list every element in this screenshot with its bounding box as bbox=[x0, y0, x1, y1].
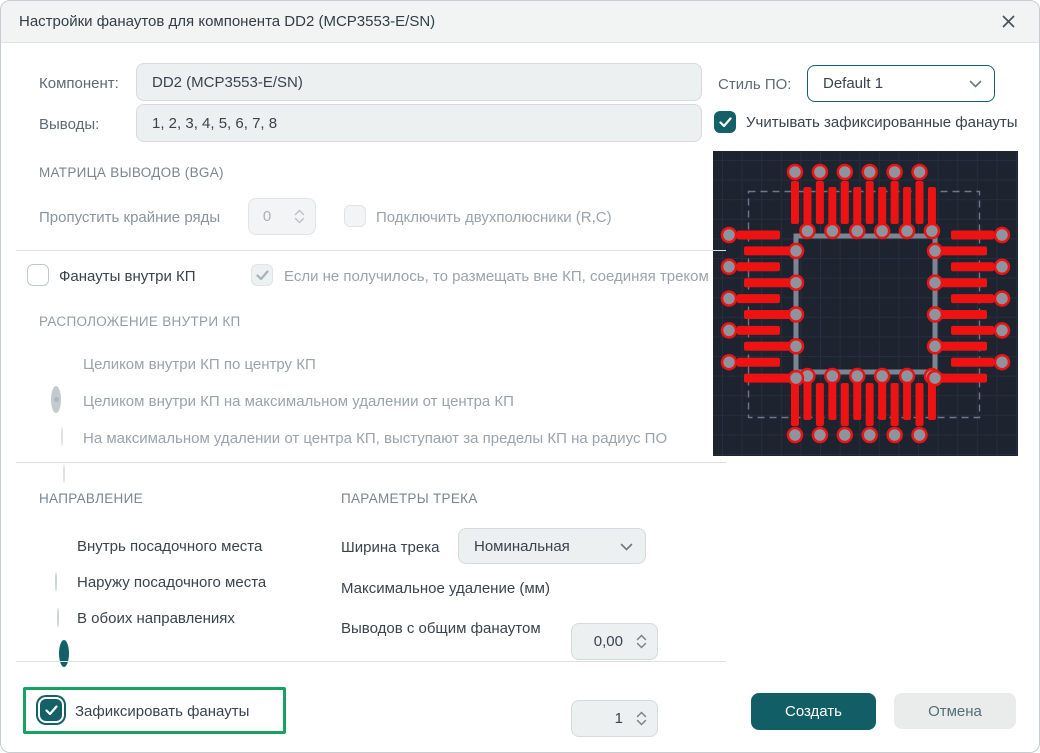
direction-radio-inward-label: Внутрь посадочного места bbox=[77, 535, 262, 557]
pins-value: 1, 2, 3, 4, 5, 6, 7, 8 bbox=[152, 115, 277, 132]
dialog-title: Настройки фанаутов для компонента DD2 (M… bbox=[19, 13, 435, 30]
style-label: Стиль ПО: bbox=[718, 73, 791, 95]
fanout-settings-dialog: Настройки фанаутов для компонента DD2 (M… bbox=[0, 0, 1040, 753]
respect-fixed-label: Учитывать зафиксированные фанауты bbox=[746, 111, 1018, 133]
separator bbox=[16, 661, 726, 662]
connect-two-pin-label: Подключить двухполюсники (R,C) bbox=[376, 206, 612, 228]
track-section-header: ПАРАМЕТРЫ ТРЕКА bbox=[341, 491, 478, 506]
stepper-arrows-icon[interactable] bbox=[631, 711, 657, 726]
cancel-button[interactable]: Отмена bbox=[894, 693, 1016, 729]
stepper-arrows-icon[interactable] bbox=[631, 634, 657, 649]
style-select[interactable]: Default 1 bbox=[807, 65, 995, 102]
component-value: DD2 (MCP3553-E/SN) bbox=[152, 74, 303, 91]
fanout-preview-svg bbox=[713, 151, 1018, 456]
component-field[interactable]: DD2 (MCP3553-E/SN) bbox=[136, 63, 702, 101]
style-value: Default 1 bbox=[823, 75, 883, 92]
skip-rows-stepper: 0 bbox=[248, 198, 316, 235]
pins-label: Выводы: bbox=[39, 113, 99, 135]
create-button[interactable]: Создать bbox=[751, 693, 876, 730]
placement-radio-max-offset-label: Целиком внутри КП на максимальном удален… bbox=[83, 390, 514, 412]
direction-radio-outward[interactable] bbox=[57, 608, 59, 627]
direction-radio-both[interactable] bbox=[59, 640, 69, 667]
bga-section-header: МАТРИЦА ВЫВОДОВ (BGA) bbox=[39, 165, 224, 180]
component-label: Компонент: bbox=[39, 72, 119, 94]
skip-rows-label: Пропустить крайние ряды bbox=[39, 206, 220, 228]
respect-fixed-row: Учитывать зафиксированные фанауты bbox=[714, 111, 1018, 133]
direction-radio-inward[interactable] bbox=[55, 572, 57, 591]
stepper-arrows-icon bbox=[289, 209, 315, 224]
chevron-down-icon bbox=[620, 538, 633, 555]
pins-per-fanout-value: 1 bbox=[572, 710, 631, 727]
pins-per-fanout-label: Выводов с общим фанаутом bbox=[341, 617, 541, 639]
direction-section-header: НАПРАВЛЕНИЕ bbox=[39, 491, 143, 506]
placement-radio-center-label: Целиком внутри КП по центру КП bbox=[83, 353, 316, 375]
fallback-outside-checkbox bbox=[251, 264, 273, 286]
track-width-select[interactable]: Номинальная bbox=[458, 528, 646, 564]
direction-radio-both-label: В обоих направлениях bbox=[77, 607, 235, 629]
direction-radio-outward-label: Наружу посадочного места bbox=[77, 571, 266, 593]
pins-per-fanout-stepper[interactable]: 1 bbox=[571, 700, 658, 737]
placement-radio-center bbox=[51, 386, 61, 413]
placement-section-header: РАСПОЛОЖЕНИЕ ВНУТРИ КП bbox=[39, 314, 241, 329]
max-distance-value: 0,00 bbox=[572, 633, 631, 650]
skip-rows-value: 0 bbox=[249, 208, 289, 225]
titlebar: Настройки фанаутов для компонента DD2 (M… bbox=[1, 1, 1039, 43]
track-width-value: Номинальная bbox=[474, 538, 570, 555]
placement-radio-max-offset bbox=[61, 427, 63, 446]
fanouts-inside-pad-label: Фанауты внутри КП bbox=[59, 265, 196, 287]
placement-radio-beyond-pad-label: На максимальном удалении от центра КП, в… bbox=[83, 427, 667, 449]
placement-radio-beyond-pad bbox=[63, 464, 65, 483]
fanouts-inside-pad-checkbox[interactable] bbox=[27, 264, 49, 286]
separator bbox=[16, 462, 726, 463]
close-icon[interactable] bbox=[995, 9, 1021, 35]
fallback-outside-label: Если не получилось, то размещать вне КП,… bbox=[284, 265, 709, 287]
lock-fanouts-checkbox[interactable] bbox=[40, 699, 62, 721]
max-distance-stepper[interactable]: 0,00 bbox=[571, 623, 658, 660]
max-distance-label: Максимальное удаление (мм) bbox=[341, 577, 550, 599]
separator bbox=[16, 250, 726, 251]
chevron-down-icon bbox=[969, 75, 982, 92]
track-width-label: Ширина трека bbox=[341, 536, 439, 558]
lock-fanouts-label: Зафиксировать фанауты bbox=[75, 700, 249, 722]
pins-field[interactable]: 1, 2, 3, 4, 5, 6, 7, 8 bbox=[136, 104, 702, 142]
connect-two-pin-checkbox bbox=[344, 205, 366, 227]
respect-fixed-checkbox[interactable] bbox=[714, 111, 736, 133]
